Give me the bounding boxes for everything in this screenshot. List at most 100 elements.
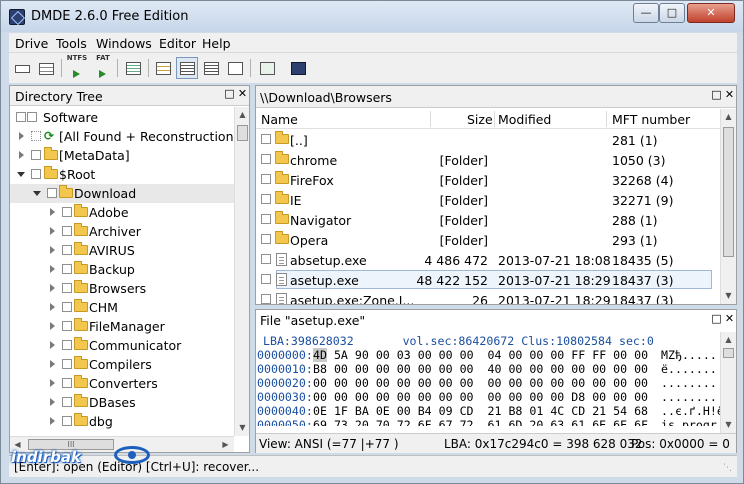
expand-arrow-icon[interactable] (50, 246, 55, 254)
expand-arrow-icon[interactable] (50, 303, 55, 311)
fat-search-button[interactable]: FAT (91, 54, 113, 79)
title-bar[interactable]: DMDE 2.6.0 Free Edition — □ ✕ (1, 1, 743, 32)
column-separator[interactable] (494, 111, 495, 127)
hex-ascii[interactable]: ........ (661, 390, 717, 404)
tree-item[interactable]: $Root (10, 165, 235, 184)
expand-arrow-icon[interactable] (50, 208, 55, 216)
hex-ascii[interactable]: ё....... (661, 362, 717, 376)
scrollbar-thumb[interactable] (723, 127, 734, 257)
checkbox[interactable] (261, 154, 271, 164)
tree-item[interactable]: Compilers (10, 355, 235, 374)
expand-arrow-icon[interactable] (50, 398, 55, 406)
file-row[interactable]: absetup.exe 4 486 472 2013-07-21 18:08 1… (256, 250, 720, 270)
checkbox[interactable] (261, 214, 271, 224)
checkbox[interactable] (261, 134, 271, 144)
hex-cursor[interactable]: 4D (313, 348, 327, 362)
app-icon[interactable] (9, 9, 25, 25)
checkbox[interactable] (62, 321, 72, 331)
scroll-up-icon[interactable]: ▲ (235, 107, 250, 122)
ntfs-search-button[interactable]: NTFS (65, 54, 87, 79)
scroll-down-icon[interactable]: ▼ (721, 417, 736, 432)
checkbox[interactable] (62, 340, 72, 350)
checkbox[interactable] (62, 397, 72, 407)
hex-bytes[interactable]: 4D 5A 90 00 03 00 00 00 04 00 00 00 FF F… (313, 348, 648, 362)
scroll-up-icon[interactable]: ▲ (721, 109, 736, 124)
tree-item[interactable]: Communicator (10, 336, 235, 355)
tree-vertical-scrollbar[interactable]: ▲ ▼ (234, 107, 249, 436)
checkbox[interactable] (31, 150, 41, 160)
expand-arrow-icon[interactable] (19, 132, 24, 140)
hex-line[interactable]: 0000000: 4D 5A 90 00 03 00 00 00 04 00 0… (256, 348, 720, 362)
sector-editor-icon[interactable] (122, 57, 144, 79)
tree-item[interactable]: Backup (10, 260, 235, 279)
file-list-vertical-scrollbar[interactable]: ▲ ▼ (720, 109, 736, 304)
checkbox[interactable] (27, 112, 37, 122)
checkbox[interactable] (62, 264, 72, 274)
hex-line[interactable]: 0000020: 00 00 00 00 00 00 00 00 00 00 0… (256, 376, 720, 390)
checkbox[interactable] (261, 174, 271, 184)
expand-arrow-icon[interactable] (50, 227, 55, 235)
hex-line[interactable]: 0000040: 0E 1F BA 0E 00 B4 09 CD 21 B8 0… (256, 404, 720, 418)
checkbox[interactable] (62, 226, 72, 236)
file-row[interactable]: IE [Folder] 32271 (9) (256, 190, 720, 210)
maximize-button[interactable]: □ (659, 3, 685, 23)
checkbox[interactable] (47, 188, 57, 198)
checkbox[interactable] (31, 169, 41, 179)
tree-item[interactable]: Browsers (10, 279, 235, 298)
expand-arrow-icon[interactable] (50, 265, 55, 273)
hex-bytes[interactable]: 00 00 00 00 00 00 00 00 00 00 00 00 D8 0… (313, 390, 648, 404)
scroll-up-icon[interactable]: ▲ (721, 332, 736, 347)
close-button[interactable]: ✕ (687, 3, 735, 23)
checkbox[interactable] (31, 131, 41, 141)
scroll-right-icon[interactable]: ▶ (218, 437, 233, 452)
tree-item[interactable]: AVIRUS (10, 241, 235, 260)
expand-arrow-icon[interactable] (50, 379, 55, 387)
file-row[interactable]: Navigator [Folder] 288 (1) (256, 210, 720, 230)
pane-close-icon[interactable]: ✕ (237, 88, 248, 100)
checkbox[interactable] (261, 234, 271, 244)
tree-item[interactable]: CHM (10, 298, 235, 317)
list-view-icon[interactable] (200, 57, 222, 79)
checkbox[interactable] (261, 254, 271, 264)
pane-close-icon[interactable]: ✕ (724, 89, 735, 101)
checkbox[interactable] (62, 378, 72, 388)
hex-ascii[interactable]: ..є.ґ.Н!ё.LН!Th (661, 404, 720, 418)
hex-line[interactable]: 0000050: 69 73 20 70 72 6F 67 72 61 6D 2… (256, 418, 720, 426)
checkbox[interactable] (261, 194, 271, 204)
tree-item[interactable]: [MetaData] (10, 146, 235, 165)
checkbox[interactable] (62, 245, 72, 255)
tree-item[interactable]: Archiver (10, 222, 235, 241)
file-row-parent[interactable]: [..] 281 (1) (256, 130, 720, 150)
menu-drive[interactable]: Drive (15, 36, 48, 51)
menu-windows[interactable]: Windows (96, 36, 152, 51)
expand-arrow-icon[interactable] (50, 417, 55, 425)
scrollbar-thumb[interactable] (237, 125, 248, 141)
hex-bytes[interactable]: 0E 1F BA 0E 00 B4 09 CD 21 B8 01 4C CD 2… (313, 404, 648, 418)
pane-restore-icon[interactable]: □ (711, 313, 722, 325)
partitions-icon[interactable] (35, 57, 57, 79)
hex-ascii[interactable]: MZђ..... (661, 348, 717, 362)
menu-tools[interactable]: Tools (56, 36, 87, 51)
checkbox[interactable] (62, 302, 72, 312)
view-encoding[interactable]: View: ANSI (=77 |+77 ) (259, 437, 399, 451)
hex-vertical-scrollbar[interactable]: ▲ ▼ (720, 332, 736, 433)
column-separator[interactable] (606, 111, 607, 127)
menu-help[interactable]: Help (202, 36, 231, 51)
checkbox[interactable] (62, 359, 72, 369)
checkbox[interactable] (16, 112, 26, 122)
minimize-button[interactable]: — (633, 3, 659, 23)
drive-icon[interactable] (11, 57, 33, 79)
file-row[interactable]: FireFox [Folder] 32268 (4) (256, 170, 720, 190)
pane-restore-icon[interactable]: □ (711, 89, 722, 101)
dmde-logo-icon[interactable] (287, 57, 309, 79)
expand-arrow-icon[interactable] (50, 341, 55, 349)
expand-arrow-icon[interactable] (50, 284, 55, 292)
column-separator[interactable] (430, 111, 431, 127)
tree-item[interactable]: FileManager (10, 317, 235, 336)
column-header-name[interactable]: Name (261, 112, 298, 127)
file-row[interactable]: chrome [Folder] 1050 (3) (256, 150, 720, 170)
scroll-down-icon[interactable]: ▼ (235, 420, 250, 435)
tree-item[interactable]: Converters (10, 374, 235, 393)
checkbox[interactable] (62, 416, 72, 426)
tree-item[interactable]: Software (10, 108, 235, 127)
